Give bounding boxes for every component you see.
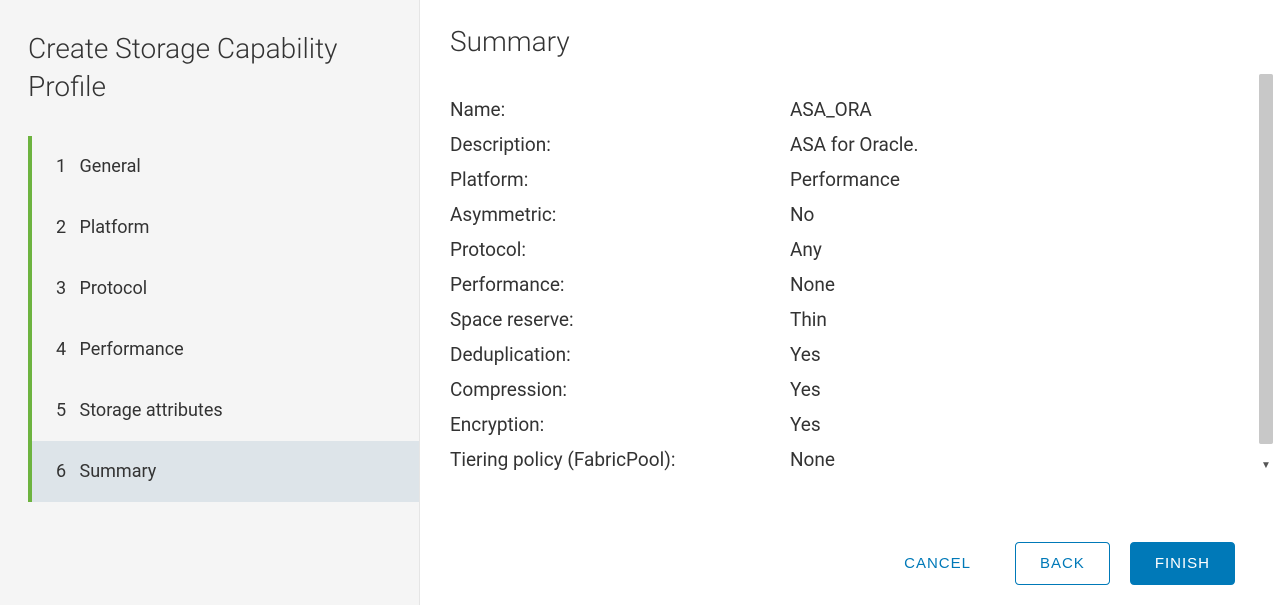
summary-value: No [790,203,1235,226]
summary-row-asymmetric: Asymmetric: No [450,203,1235,226]
button-row: CANCEL BACK FINISH [450,522,1235,585]
main-panel: Summary Name: ASA_ORA Description: ASA f… [420,0,1275,605]
summary-row-name: Name: ASA_ORA [450,98,1235,121]
step-label: Platform [80,217,150,238]
step-label: Summary [80,461,157,482]
summary-value: Thin [790,308,1235,331]
step-platform[interactable]: 2 Platform [32,197,419,258]
summary-content: Name: ASA_ORA Description: ASA for Oracl… [450,98,1235,522]
summary-row-performance: Performance: None [450,273,1235,296]
step-general[interactable]: 1 General [32,136,419,197]
summary-row-description: Description: ASA for Oracle. [450,133,1235,156]
cancel-button[interactable]: CANCEL [880,543,995,584]
summary-row-encryption: Encryption: Yes [450,413,1235,436]
step-protocol[interactable]: 3 Protocol [32,258,419,319]
summary-row-platform: Platform: Performance [450,168,1235,191]
summary-label: Space reserve: [450,308,790,331]
summary-label: Performance: [450,273,790,296]
page-title: Summary [450,25,1235,58]
summary-row-space-reserve: Space reserve: Thin [450,308,1235,331]
summary-label: Encryption: [450,413,790,436]
summary-value: ASA_ORA [790,98,1235,121]
summary-label: Asymmetric: [450,203,790,226]
summary-value: None [790,273,1235,296]
summary-value: Yes [790,413,1235,436]
summary-value: None [790,448,1235,471]
step-label: General [80,156,141,177]
summary-label: Platform: [450,168,790,191]
summary-row-compression: Compression: Yes [450,378,1235,401]
step-label: Storage attributes [80,400,223,421]
summary-value: Yes [790,378,1235,401]
step-num: 6 [56,461,66,482]
finish-button[interactable]: FINISH [1130,542,1235,585]
step-num: 4 [56,339,66,360]
summary-value: Yes [790,343,1235,366]
summary-label: Description: [450,133,790,156]
scrollbar-thumb[interactable] [1259,74,1273,444]
step-summary[interactable]: 6 Summary [32,441,419,502]
summary-value: Any [790,238,1235,261]
summary-label: Name: [450,98,790,121]
summary-value: ASA for Oracle. [790,133,1235,156]
summary-label: Protocol: [450,238,790,261]
summary-label: Deduplication: [450,343,790,366]
step-num: 3 [56,278,66,299]
wizard-sidebar: Create Storage Capability Profile 1 Gene… [0,0,420,605]
summary-row-deduplication: Deduplication: Yes [450,343,1235,366]
wizard-steps: 1 General 2 Platform 3 Protocol 4 Perfor… [28,136,419,502]
wizard-title: Create Storage Capability Profile [28,30,419,106]
step-storage-attributes[interactable]: 5 Storage attributes [32,380,419,441]
back-button[interactable]: BACK [1015,542,1110,585]
scroll-down-icon[interactable]: ▼ [1260,460,1272,472]
summary-row-tiering: Tiering policy (FabricPool): None [450,448,1235,471]
summary-value: Performance [790,168,1235,191]
summary-label: Compression: [450,378,790,401]
summary-row-protocol: Protocol: Any [450,238,1235,261]
step-num: 5 [56,400,66,421]
summary-label: Tiering policy (FabricPool): [450,448,790,471]
step-performance[interactable]: 4 Performance [32,319,419,380]
step-num: 1 [56,156,66,177]
step-num: 2 [56,217,66,238]
step-label: Performance [80,339,184,360]
step-label: Protocol [80,278,148,299]
